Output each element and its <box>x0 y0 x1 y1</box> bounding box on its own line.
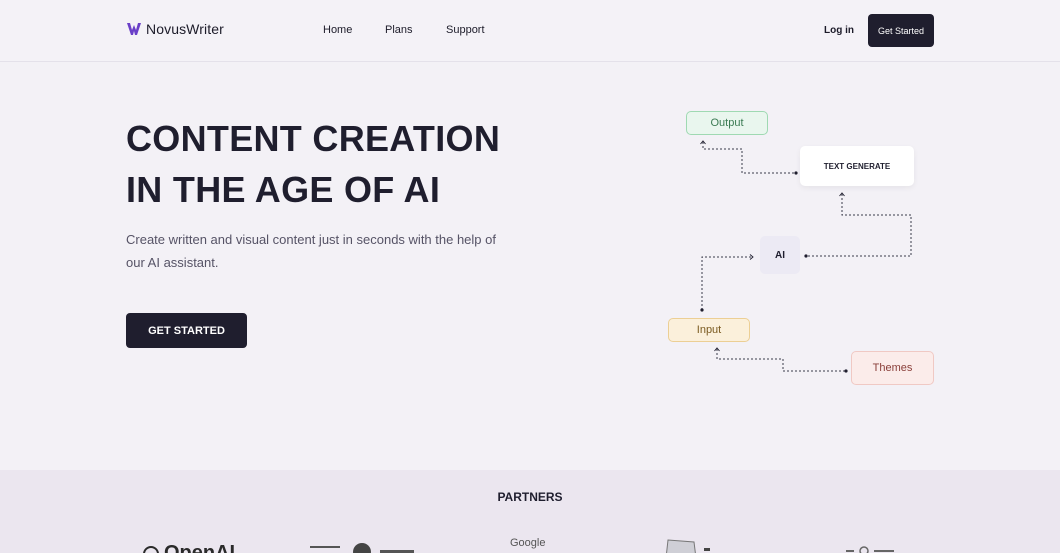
connector-text-to-output <box>702 142 796 174</box>
connector-themes-to-input <box>716 349 846 372</box>
partner-logo-openai-text: OpenAI <box>164 542 236 553</box>
hero-subtitle: Create written and visual content just i… <box>126 232 496 270</box>
hero-title-line-1: CONTENT CREATION <box>126 118 501 159</box>
connector-input-to-ai <box>701 256 752 310</box>
text-generate-node: TEXT GENERATE <box>800 146 914 186</box>
login-link[interactable]: Log in <box>824 25 854 36</box>
openai-icon <box>143 545 159 553</box>
connector-dot <box>700 308 704 312</box>
hero-title-line-2: IN THE AGE OF AI <box>126 169 441 210</box>
connector-dot <box>804 254 808 258</box>
partner-logo-google: Google <box>510 537 546 549</box>
nav-link-home[interactable]: Home <box>323 24 352 36</box>
get-started-hero-button[interactable]: GET STARTED <box>126 313 247 348</box>
brand-logo[interactable]: NovusWriter <box>126 21 224 37</box>
arrowhead <box>700 140 706 145</box>
nav-link-plans[interactable]: Plans <box>385 24 413 36</box>
partner-logo-wordmark-icon <box>846 546 894 553</box>
connector-dot <box>844 369 848 373</box>
input-node: Input <box>668 318 750 342</box>
themes-node: Themes <box>851 351 934 385</box>
partners-title: PARTNERS <box>497 490 563 504</box>
arrowhead <box>749 254 754 260</box>
connector-ai-to-text <box>806 194 912 257</box>
output-node: Output <box>686 111 768 135</box>
top-navbar: NovusWriter Home Plans Support Log in Ge… <box>0 0 1060 62</box>
brand-mark-icon <box>127 23 141 35</box>
get-started-nav-button[interactable]: Get Started <box>868 14 934 47</box>
connector-dot <box>794 171 798 175</box>
partner-logo-badge-icon <box>666 539 710 553</box>
partner-logo-startup-icon <box>310 543 414 553</box>
ai-node: AI <box>760 236 800 274</box>
hero-title: CONTENT CREATION IN THE AGE OF AI <box>126 113 586 215</box>
partners-section: PARTNERS OpenAI Google <box>0 470 1060 553</box>
arrowhead <box>714 347 720 352</box>
brand-name: NovusWriter <box>146 21 224 37</box>
nav-link-support[interactable]: Support <box>446 24 485 36</box>
arrowhead <box>839 192 845 197</box>
partner-logo-openai: OpenAI <box>142 542 235 553</box>
